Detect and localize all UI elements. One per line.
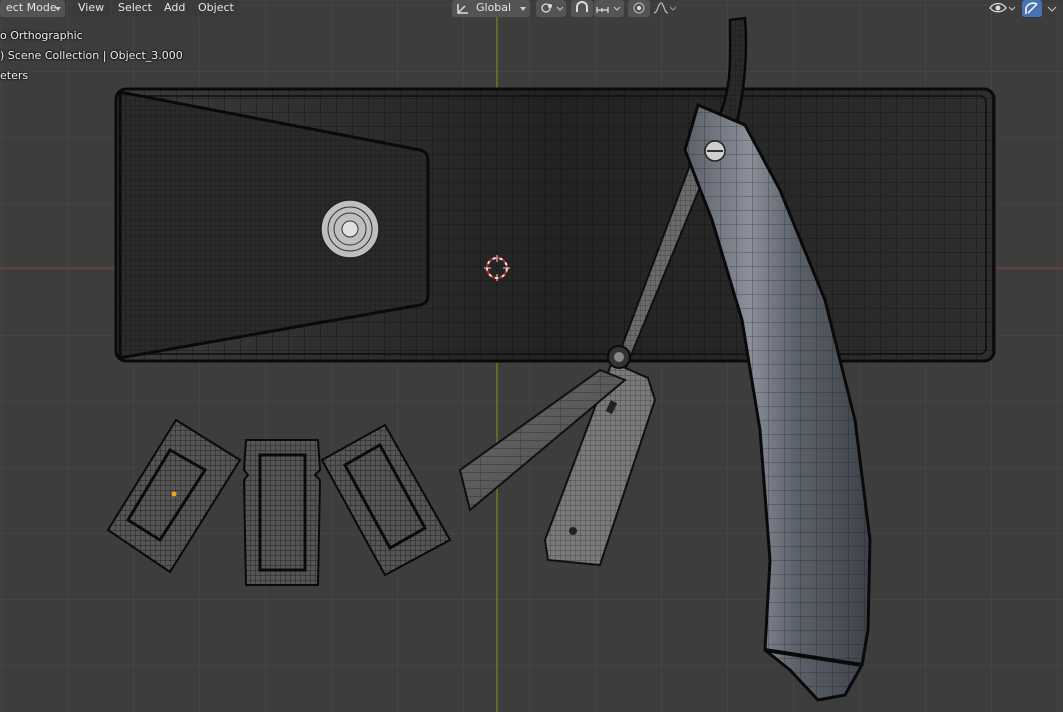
transform-orientation-dropdown[interactable]: Global xyxy=(452,0,530,17)
gizmo-icon xyxy=(1025,2,1038,14)
pivot-point-dropdown[interactable] xyxy=(536,0,566,17)
menu-view[interactable]: View xyxy=(72,0,111,17)
collection-info-label: ) Scene Collection | Object_3.000 xyxy=(0,49,183,62)
pivot-icon xyxy=(541,3,564,13)
razor-case-object[interactable] xyxy=(114,87,996,363)
transform-orientation-icon xyxy=(457,4,468,14)
object-origin-dot xyxy=(171,491,177,497)
snap-target-icon xyxy=(596,6,621,13)
chevron-down-icon xyxy=(1047,6,1057,12)
view-name-label: o Orthographic xyxy=(0,29,83,42)
snap-toggle[interactable] xyxy=(571,0,593,17)
transform-orientation-label: Global xyxy=(476,1,512,14)
3d-viewport[interactable]: ect Mode View Select Add Object Global o… xyxy=(0,0,1063,712)
falloff-icon xyxy=(653,2,677,14)
snap-target-dropdown[interactable] xyxy=(594,0,624,17)
interaction-mode-dropdown[interactable]: ect Mode xyxy=(0,0,65,17)
visibility-icon xyxy=(989,2,1016,13)
menu-select[interactable]: Select xyxy=(112,0,158,17)
menu-object[interactable]: Object xyxy=(192,0,240,17)
interaction-mode-label: ect Mode xyxy=(6,1,57,14)
proportional-edit-icon xyxy=(633,2,645,14)
selectability-visibility-dropdown[interactable] xyxy=(988,0,1018,17)
gizmo-dropdown[interactable] xyxy=(1043,0,1063,17)
falloff-dropdown[interactable] xyxy=(652,0,678,17)
razor-blade-middle-object[interactable] xyxy=(242,439,322,586)
chevron-down-icon xyxy=(55,7,61,11)
menu-add[interactable]: Add xyxy=(158,0,192,17)
viewport-scene[interactable] xyxy=(0,0,1063,712)
units-label: eters xyxy=(0,69,29,82)
proportional-edit-toggle[interactable] xyxy=(628,0,650,17)
gizmo-toggle[interactable] xyxy=(1022,0,1042,17)
snap-icon xyxy=(576,1,588,12)
chevron-down-icon xyxy=(520,7,526,11)
